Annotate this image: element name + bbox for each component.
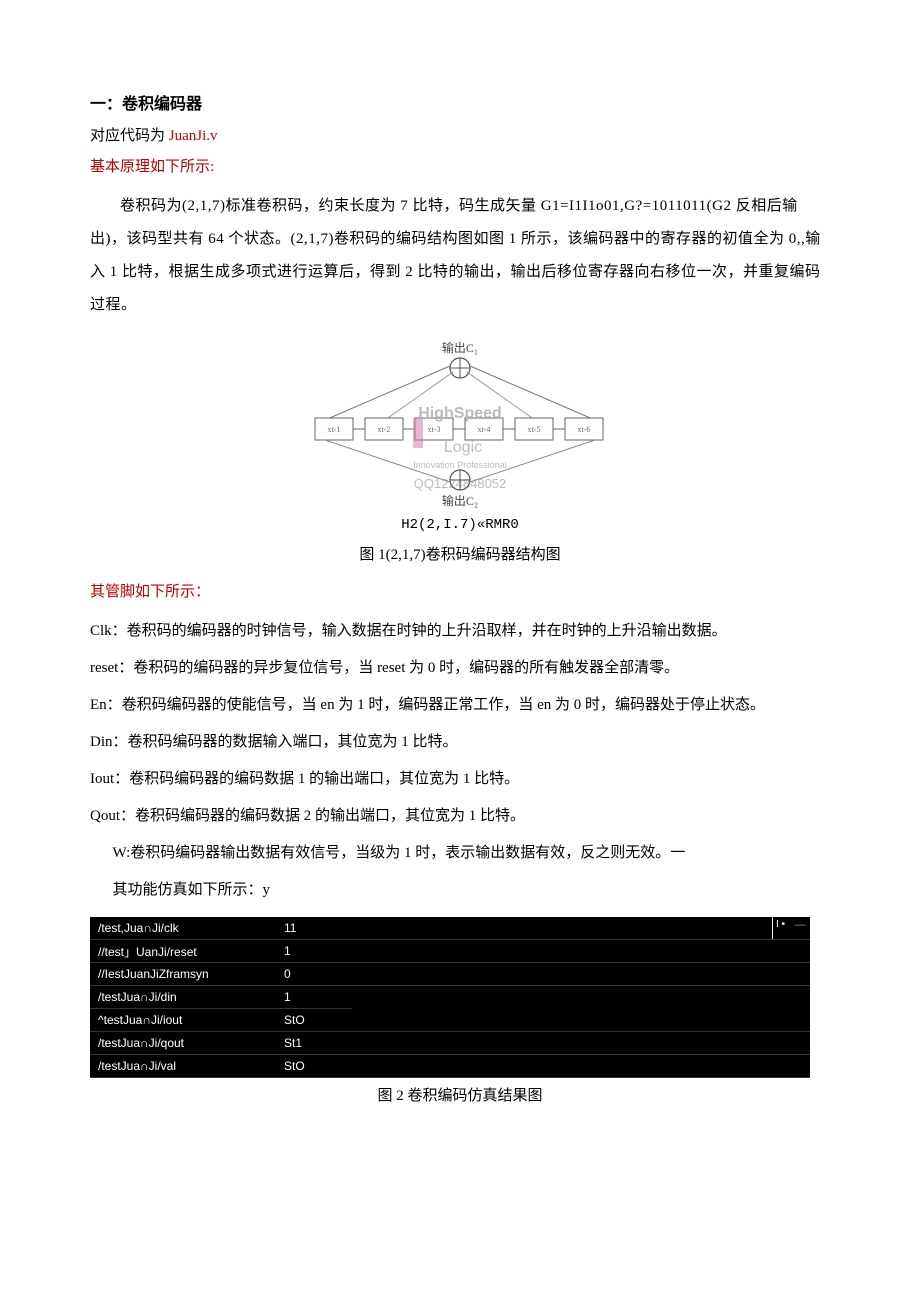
table-row: /testJua∩Ji/qout St1: [90, 1032, 810, 1055]
signal-value: 1: [276, 940, 352, 963]
signal-value: 1: [276, 986, 352, 1009]
table-row: //IestJuanJiZframsyn 0: [90, 963, 810, 986]
signal-name: /testJua∩Ji/val: [90, 1055, 276, 1078]
svg-text:xt-2: xt-2: [378, 425, 391, 434]
pin-desc: En：卷积码编码器的使能信号，当 en 为 1 时，编码器正常工作，当 en 为…: [90, 689, 830, 722]
signal-name: //IestJuanJiZframsyn: [90, 963, 276, 986]
table-row: /test,Jua∩Ji/clk 11 I • —: [90, 917, 810, 940]
pin-desc: Qout：卷积码编码器的编码数据 2 的输出端口，其位宽为 1 比特。: [90, 800, 830, 833]
cursor-mark: I •: [776, 919, 785, 930]
paragraph-1: 卷积码为(2,1,7)标准卷积码，约束长度为 7 比特，码生成矢量 G1=I1I…: [90, 190, 830, 322]
signal-value: StO: [276, 1009, 352, 1032]
waveform-cell: [352, 986, 810, 1032]
pin-desc: Din：卷积码编码器的数据输入端口，其位宽为 1 比特。: [90, 726, 830, 759]
waveform-cell: [352, 963, 810, 986]
svg-text:xt-3: xt-3: [428, 425, 441, 434]
table-row: /testJua∩Ji/din 1: [90, 986, 810, 1009]
document-page: 一：卷积编码器 对应代码为 JuanJi.v 基本原理如下所示: 卷积码为(2,…: [0, 0, 920, 1165]
pin-desc: Iout：卷积码编码器的编码数据 1 的输出端口，其位宽为 1 比特。: [90, 763, 830, 796]
signal-value: St1: [276, 1032, 352, 1055]
svg-text:xt-6: xt-6: [578, 425, 591, 434]
signal-name: /testJua∩Ji/qout: [90, 1032, 276, 1055]
pin-desc: Clk：卷积码的编码器的时钟信号，输入数据在时钟的上升沿取样，并在时钟的上升沿输…: [90, 615, 830, 648]
signal-value: StO: [276, 1055, 352, 1078]
waveform-table: /test,Jua∩Ji/clk 11 I • — //test」UanJi/r…: [90, 917, 810, 1078]
svg-text:输出C₁: 输出C₁: [442, 340, 478, 355]
signal-name: ^testJua∩Ji/iout: [90, 1009, 276, 1032]
code-filename: JuanJi.v: [169, 128, 218, 144]
signal-name: /test,Jua∩Ji/clk: [90, 917, 276, 940]
figure-1: 输出C₁ xt-1 xt-2 xt-3 xt-: [90, 340, 830, 533]
table-row: //test」UanJi/reset 1: [90, 940, 810, 963]
principle-heading: 基本原理如下所示:: [90, 155, 830, 176]
dash-mark: —: [795, 919, 806, 931]
svg-text:Logic: Logic: [444, 439, 482, 456]
figure-1-caption: 图 1(2,1,7)卷积码编码器结构图: [90, 543, 830, 564]
svg-text:输出C₂: 输出C₂: [442, 493, 478, 508]
cursor-line: [772, 917, 773, 939]
waveform-cell: [352, 940, 810, 963]
encoder-diagram-svg: 输出C₁ xt-1 xt-2 xt-3 xt-: [295, 340, 625, 510]
code-reference-line: 对应代码为 JuanJi.v: [90, 124, 830, 145]
sim-intro: 其功能仿真如下所示：y: [90, 874, 830, 907]
svg-text:HighSpeed: HighSpeed: [418, 405, 502, 422]
svg-text:xt-1: xt-1: [328, 425, 341, 434]
pin-desc-w: W:卷积码编码器输出数据有效信号，当级为 1 时，表示输出数据有效，反之则无效。…: [90, 837, 830, 870]
svg-text:xt-4: xt-4: [478, 425, 491, 434]
waveform-cell: [352, 1032, 810, 1055]
code-reference-prefix: 对应代码为: [90, 128, 169, 144]
signal-value: 11: [276, 917, 352, 940]
table-row: /testJua∩Ji/val StO: [90, 1055, 810, 1078]
simulation-waveform: /test,Jua∩Ji/clk 11 I • — //test」UanJi/r…: [90, 917, 830, 1078]
signal-name: /testJua∩Ji/din: [90, 986, 276, 1009]
figure-2-caption: 图 2 卷积编码仿真结果图: [90, 1084, 830, 1105]
signal-name: //test」UanJi/reset: [90, 940, 276, 963]
pins-heading: 其管脚如下所示：: [90, 580, 830, 601]
waveform-cell: I • —: [352, 917, 810, 940]
waveform-cell: [352, 1055, 810, 1078]
pin-desc: reset：卷积码的编码器的异步复位信号，当 reset 为 0 时，编码器的所…: [90, 652, 830, 685]
signal-value: 0: [276, 963, 352, 986]
section-heading: 一：卷积编码器: [90, 90, 830, 114]
figure-1-formula: H2(2,I.7)«RMR0: [90, 517, 830, 533]
svg-text:Innovation Professional: Innovation Professional: [413, 460, 507, 470]
svg-text:xt-5: xt-5: [528, 425, 541, 434]
